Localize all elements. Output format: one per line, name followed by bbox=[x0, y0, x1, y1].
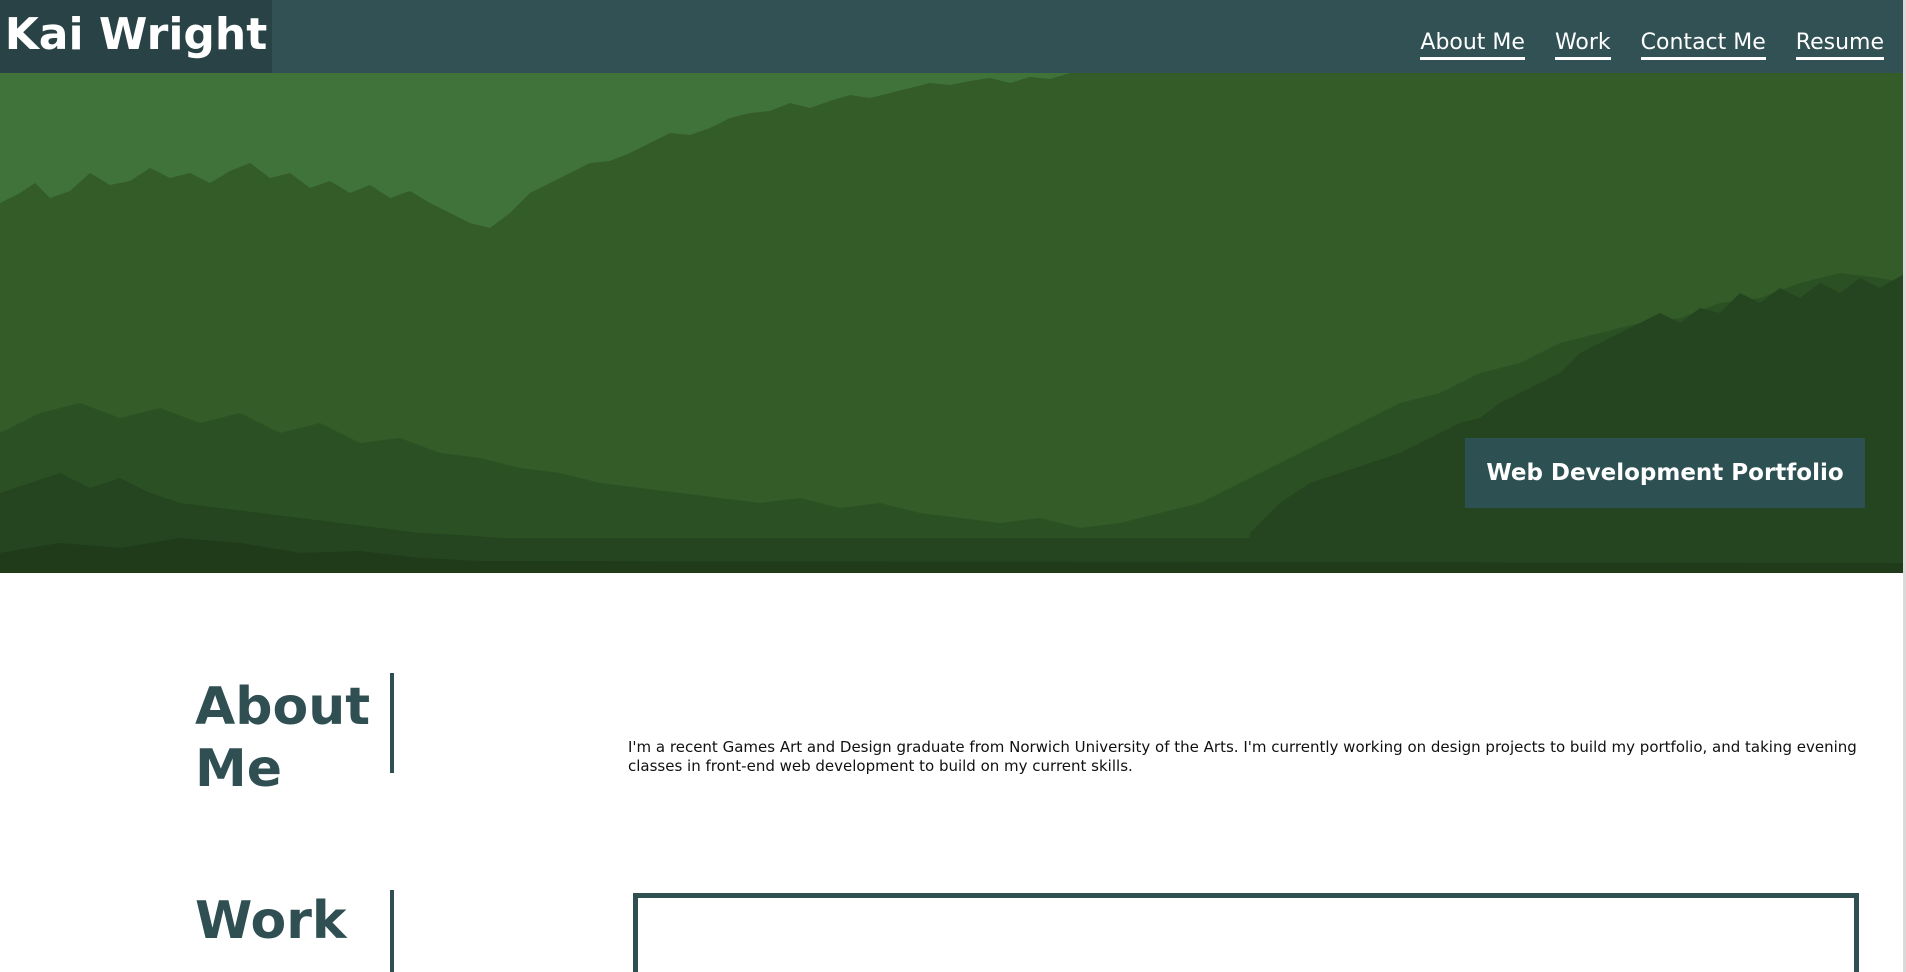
about-divider bbox=[390, 673, 394, 773]
about-section-title: About Me bbox=[195, 676, 370, 800]
about-title-line-1: About bbox=[195, 677, 371, 737]
work-divider bbox=[390, 890, 394, 972]
about-body-text: I'm a recent Games Art and Design gradua… bbox=[628, 738, 1857, 775]
portfolio-banner: Web Development Portfolio bbox=[1465, 438, 1865, 508]
portfolio-banner-label: Web Development Portfolio bbox=[1486, 460, 1844, 486]
site-header: Kai Wright About Me Work Contact Me Resu… bbox=[0, 0, 1906, 73]
about-title-line-2: Me bbox=[195, 739, 283, 799]
nav-link-contact-me[interactable]: Contact Me bbox=[1640, 30, 1766, 61]
work-gallery-frame bbox=[633, 893, 1859, 972]
hero-section: Web Development Portfolio bbox=[0, 73, 1906, 573]
brand-name: Kai Wright bbox=[4, 8, 268, 60]
page: Kai Wright About Me Work Contact Me Resu… bbox=[0, 0, 1906, 972]
main-nav: About Me Work Contact Me Resume bbox=[1420, 30, 1884, 61]
nav-link-resume[interactable]: Resume bbox=[1795, 30, 1884, 61]
work-section-title: Work bbox=[195, 891, 347, 951]
nav-link-about-me[interactable]: About Me bbox=[1420, 30, 1525, 61]
brand-logo[interactable]: Kai Wright bbox=[0, 0, 272, 73]
nav-link-work[interactable]: Work bbox=[1554, 30, 1611, 61]
